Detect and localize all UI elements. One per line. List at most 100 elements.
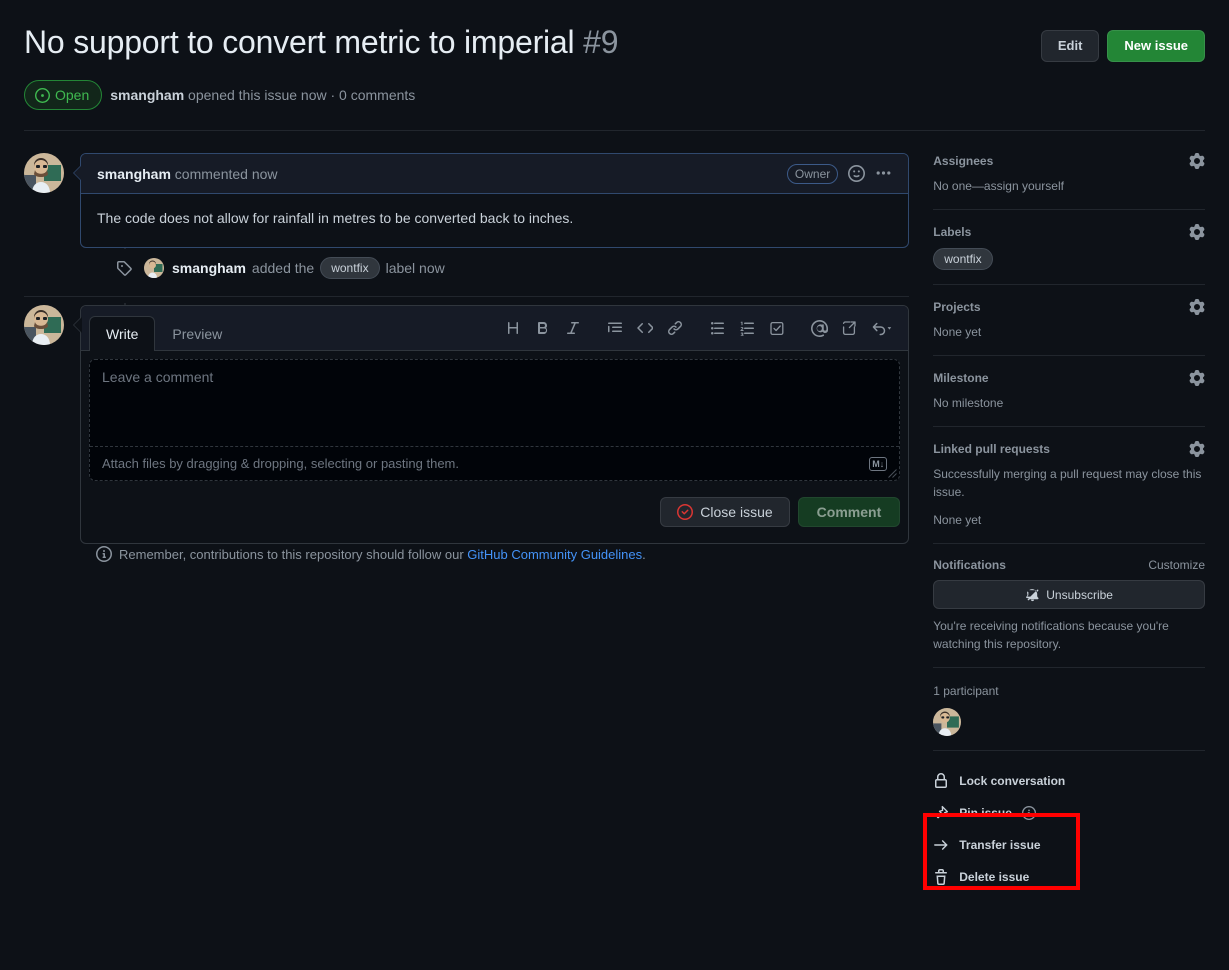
gear-icon[interactable] (1189, 441, 1205, 457)
new-issue-button[interactable]: New issue (1107, 30, 1205, 62)
issue-author[interactable]: smangham (110, 87, 184, 103)
link-icon[interactable] (660, 314, 690, 342)
tab-preview[interactable]: Preview (155, 316, 239, 351)
md-group-extras (804, 314, 900, 342)
notifications-hint: You're receiving notifications because y… (933, 619, 1169, 651)
comment-composer: Write Preview Leave a comment Attach fil… (24, 305, 910, 544)
comment-timeline-item: smangham commented now Owner The code do… (24, 153, 910, 248)
gear-icon[interactable] (1189, 299, 1205, 315)
event-text: smangham added the wontfix label now (172, 257, 445, 279)
pin-info-icon[interactable] (1021, 806, 1036, 820)
comment-action: commented now (170, 165, 278, 182)
transfer-issue-action[interactable]: Transfer issue (933, 829, 1205, 861)
participants-list (933, 708, 1205, 736)
tab-write[interactable]: Write (89, 316, 156, 351)
comment-header-actions: Owner (786, 163, 892, 184)
issue-opened-icon (35, 87, 50, 103)
mention-icon[interactable] (804, 314, 834, 342)
unsubscribe-button[interactable]: Unsubscribe (933, 580, 1205, 609)
code-icon[interactable] (630, 314, 660, 342)
resize-grip-icon[interactable] (887, 468, 898, 478)
bell-slash-icon (1025, 587, 1040, 602)
gear-icon[interactable] (1189, 224, 1205, 240)
comment-submit-button[interactable]: Comment (797, 497, 901, 527)
comment-header: smangham commented now Owner (81, 154, 909, 194)
edit-button[interactable]: Edit (1040, 30, 1100, 62)
assignees-empty[interactable]: No one—assign yourself (933, 177, 1205, 195)
guideline-suffix: . (642, 546, 646, 562)
sidebar-section-notifications: Notifications Customize Unsubscribe You'… (933, 543, 1205, 667)
composer-tabs: Write Preview (81, 306, 909, 351)
bold-icon[interactable] (528, 314, 558, 342)
sidebar-section-projects: Projects None yet (933, 284, 1205, 355)
customize-notifications-link[interactable]: Customize (1148, 558, 1205, 572)
issue-byline-text: opened this issue now · 0 comments (184, 87, 416, 103)
community-guidelines-link[interactable]: GitHub Community Guidelines (467, 547, 642, 562)
composer-avatar (24, 305, 64, 345)
projects-head: Projects (933, 299, 1205, 315)
page-title: No support to convert metric to imperial… (24, 22, 619, 62)
italic-icon[interactable] (558, 314, 588, 342)
info-icon (96, 546, 112, 562)
md-group-block (600, 314, 690, 342)
task-list-icon[interactable] (762, 314, 792, 342)
md-group-lists (702, 314, 792, 342)
title-row: No support to convert metric to imperial… (24, 22, 1205, 62)
sidebar-section-linked-prs: Linked pull requests Successfully mergin… (933, 426, 1205, 543)
composer-actions: Close issue Comment (81, 489, 908, 543)
comment-byline: smangham commented now (97, 166, 278, 182)
event-author[interactable]: smangham (172, 260, 246, 276)
avatar[interactable] (24, 153, 64, 193)
linked-prs-empty: None yet (933, 513, 982, 527)
markdown-icon[interactable]: M↓ (869, 456, 888, 471)
sidebar-section-assignees: Assignees No one—assign yourself (933, 153, 1205, 209)
sidebar-section-participants: 1 participant (933, 667, 1205, 750)
event-label-chip[interactable]: wontfix (320, 257, 380, 279)
reference-issue-icon[interactable] (834, 314, 864, 342)
milestone-empty: No milestone (933, 396, 1004, 410)
comment-author[interactable]: smangham (97, 166, 171, 182)
header-divider (24, 130, 1205, 131)
transfer-issue-label: Transfer issue (959, 838, 1041, 852)
attach-files-text: Attach files by dragging & dropping, sel… (102, 456, 459, 471)
unordered-list-icon[interactable] (702, 314, 732, 342)
lock-conversation-action[interactable]: Lock conversation (933, 765, 1205, 797)
sidebar-label-chip[interactable]: wontfix (933, 248, 993, 270)
guideline-text: Remember, contributions to this reposito… (119, 547, 646, 562)
close-issue-button[interactable]: Close issue (660, 497, 790, 527)
event-avatar[interactable] (144, 258, 164, 278)
markdown-toolbar (498, 314, 900, 350)
delete-issue-action[interactable]: Delete issue (933, 861, 1205, 893)
comment-input[interactable]: Leave a comment (90, 360, 899, 446)
heading-icon[interactable] (498, 314, 528, 342)
status-badge: Open (24, 80, 103, 110)
pin-issue-action[interactable]: Pin issue (933, 797, 1205, 829)
event-verb: added the (251, 260, 315, 276)
quote-icon[interactable] (600, 314, 630, 342)
participants-title: 1 participant (933, 684, 999, 698)
sidebar-section-labels: Labels wontfix (933, 209, 1205, 284)
milestone-head: Milestone (933, 370, 1205, 386)
gear-icon[interactable] (1189, 153, 1205, 169)
timeline-event-labeled: smangham added the wontfix label now (24, 248, 909, 288)
attach-files-bar[interactable]: Attach files by dragging & dropping, sel… (90, 446, 900, 480)
issue-closed-icon (677, 504, 694, 520)
delete-issue-label: Delete issue (959, 870, 1030, 884)
issue-layout: smangham commented now Owner The code do… (24, 153, 1205, 893)
gear-icon[interactable] (1189, 370, 1205, 386)
linked-prs-hint: Successfully merging a pull request may … (933, 467, 1202, 499)
saved-replies-icon[interactable] (864, 314, 900, 342)
issue-sidebar: Assignees No one—assign yourself Labels … (909, 153, 1205, 893)
participant-avatar[interactable] (933, 708, 962, 736)
ordered-list-icon[interactable] (732, 314, 762, 342)
lock-conversation-label: Lock conversation (959, 774, 1066, 788)
composer-body: Leave a comment Attach files by dragging… (81, 351, 908, 489)
emoji-reaction-icon[interactable] (848, 165, 866, 182)
issue-page: No support to convert metric to imperial… (0, 0, 1229, 893)
main-column: smangham commented now Owner The code do… (24, 153, 910, 893)
comment-menu-kebab-icon[interactable] (875, 165, 892, 182)
status-badge-label: Open (55, 87, 90, 103)
trash-icon (933, 869, 949, 885)
sidebar-issue-actions: Lock conversation Pin issue Transfer iss… (933, 750, 1205, 893)
event-suffix: label now (385, 260, 445, 276)
